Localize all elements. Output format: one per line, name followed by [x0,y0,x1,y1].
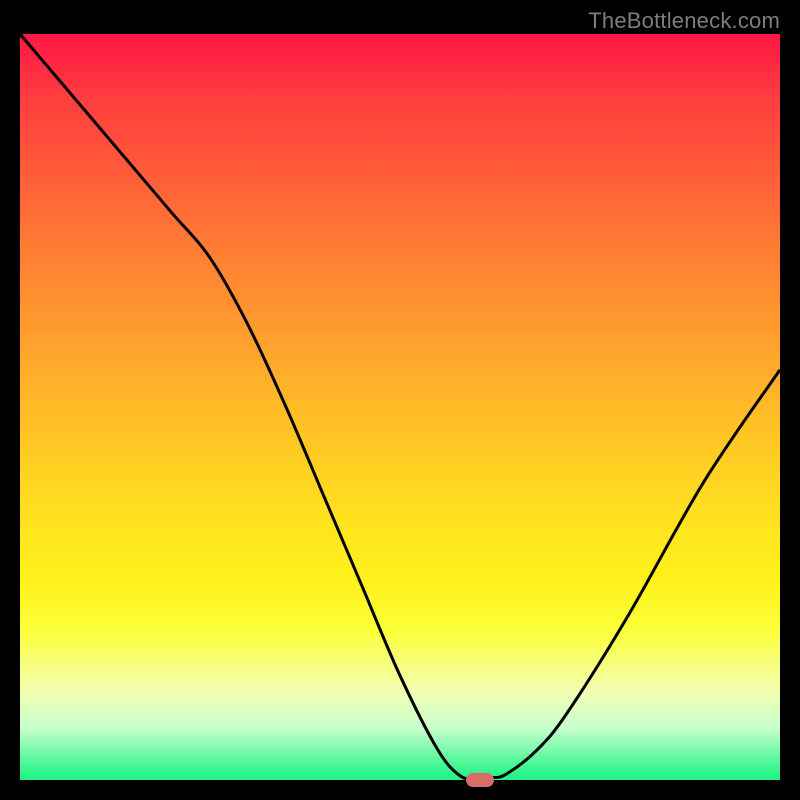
watermark-text: TheBottleneck.com [588,8,780,34]
chart-stage: TheBottleneck.com [0,0,800,800]
optimal-point-marker [466,773,494,787]
plot-area [20,34,780,780]
plot-frame [20,34,780,780]
bottleneck-curve [20,34,780,780]
